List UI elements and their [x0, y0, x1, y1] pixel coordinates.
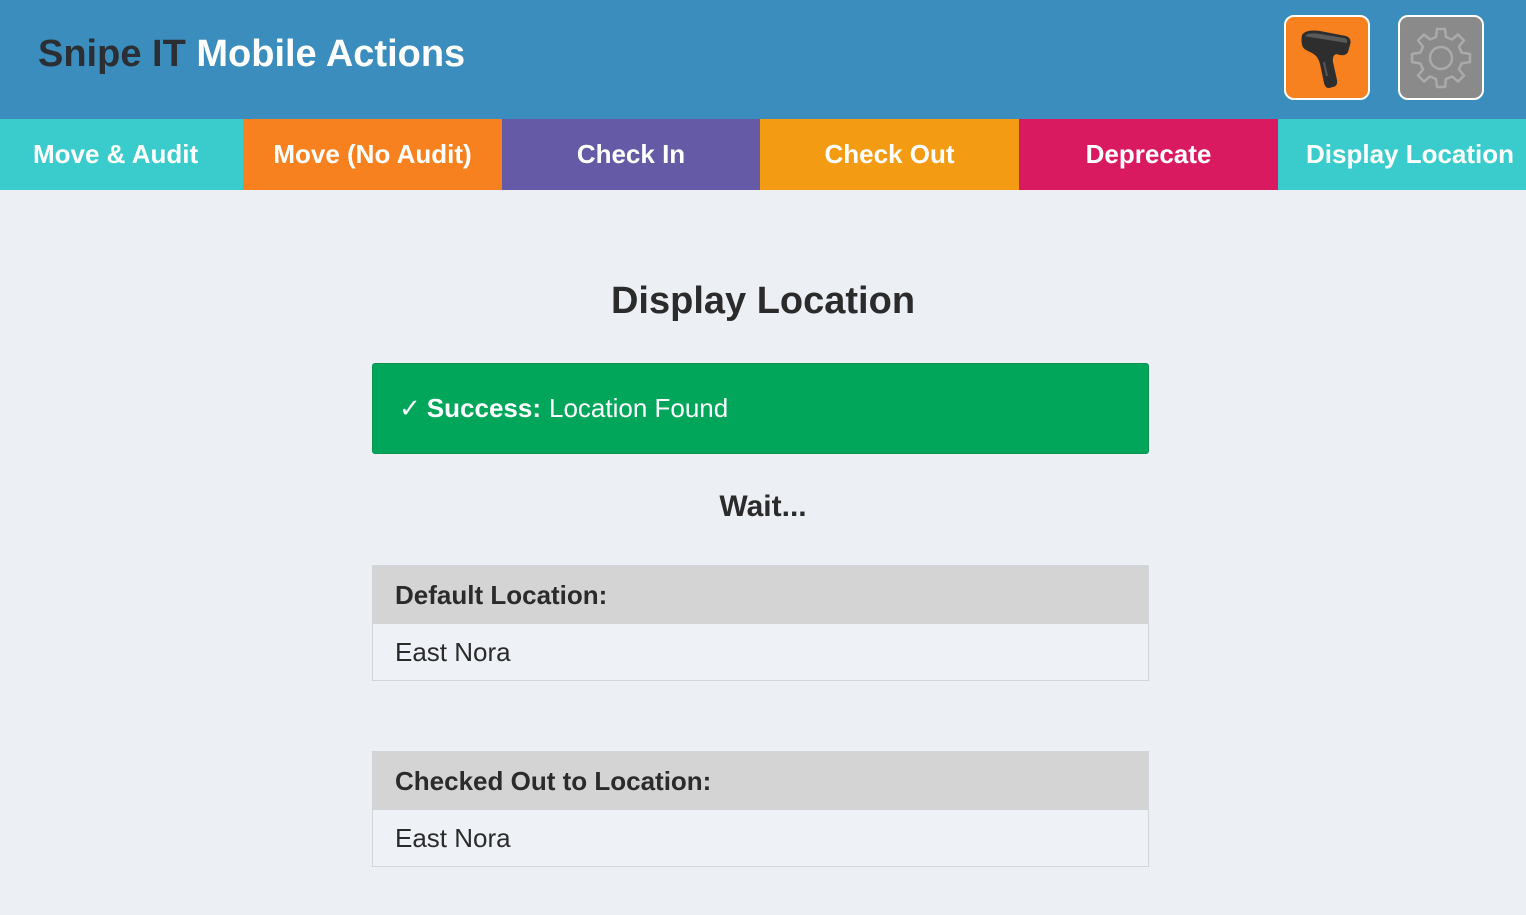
alert-message: Location Found	[548, 393, 729, 423]
alert-label: Success:	[426, 393, 541, 423]
default-location-panel: Default Location: East Nora	[372, 565, 1149, 681]
barcode-scanner-icon	[1301, 30, 1351, 88]
tab-display-location[interactable]: Display Location	[1278, 119, 1526, 190]
top-bar: Snipe IT Mobile Actions	[0, 0, 1526, 119]
checked-out-location-value: East Nora	[395, 822, 511, 853]
default-location-label: Default Location:	[373, 566, 1148, 624]
app-title-part2: Mobile Actions	[196, 33, 466, 75]
tab-check-in[interactable]: Check In	[502, 119, 760, 190]
app-title-part1: Snipe IT	[38, 33, 186, 75]
status-text: Wait...	[719, 490, 807, 523]
gear-icon	[1410, 27, 1472, 88]
tab-move-audit[interactable]: Move & Audit	[0, 119, 243, 190]
tab-move-no-audit[interactable]: Move (No Audit)	[243, 119, 502, 190]
check-icon: ✓	[399, 393, 421, 423]
action-tabs: Move & Audit Move (No Audit) Check In Ch…	[0, 119, 1526, 190]
tab-check-out[interactable]: Check Out	[760, 119, 1019, 190]
scanner-button[interactable]	[1284, 15, 1370, 100]
success-alert: ✓ Success: Location Found	[372, 363, 1149, 454]
checked-out-location-panel: Checked Out to Location: East Nora	[372, 751, 1149, 867]
app-title: Snipe IT Mobile Actions	[38, 33, 465, 76]
page-title: Display Location	[610, 280, 916, 322]
default-location-value: East Nora	[395, 636, 511, 667]
tab-deprecate[interactable]: Deprecate	[1019, 119, 1278, 190]
checked-out-location-label: Checked Out to Location:	[373, 752, 1148, 810]
settings-button[interactable]	[1398, 15, 1484, 100]
